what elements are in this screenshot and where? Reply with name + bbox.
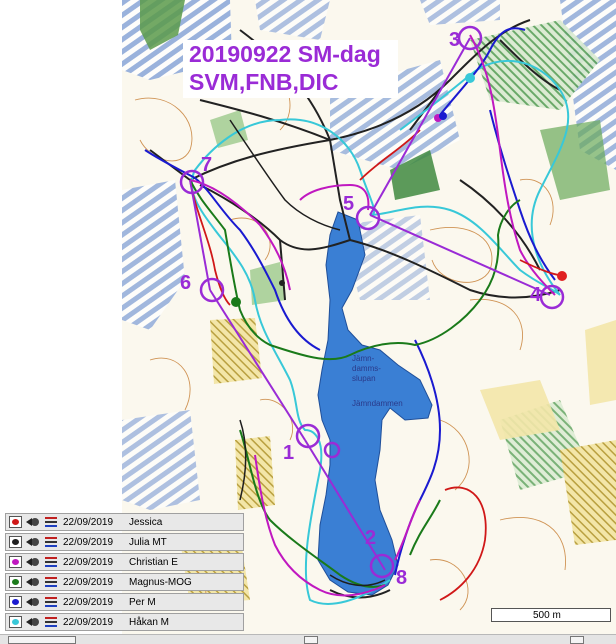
control-number: 7 (201, 154, 213, 176)
horizontal-scrollbar[interactable] (0, 634, 616, 644)
scroll-handle[interactable] (570, 636, 584, 644)
replay-arrow-icon[interactable] (25, 576, 41, 588)
color-dot-icon (12, 599, 19, 605)
runner-row[interactable]: 22/09/2019 Magnus-MOG (5, 573, 244, 591)
control-number: 1 (283, 442, 295, 464)
runner-name: Jessica (129, 516, 163, 528)
color-dot-icon (12, 619, 19, 625)
runner-name: Julia MT (129, 536, 167, 548)
replay-arrow-icon[interactable] (25, 536, 41, 548)
split-list-icon[interactable] (44, 596, 58, 608)
runner-name: Christian E (129, 556, 178, 568)
color-dot-icon (12, 579, 19, 585)
control-number: 2 (365, 527, 377, 549)
split-list-icon[interactable] (44, 576, 58, 588)
runner-row[interactable]: 22/09/2019 Håkan M (5, 613, 244, 631)
map-viewer[interactable]: 20190922 SM-dag SVM,FNB,DIC 3 5 7 6 4 1 … (0, 0, 616, 644)
split-list-icon[interactable] (44, 536, 58, 548)
split-marker (439, 112, 447, 120)
runner-name: Håkan M (129, 616, 170, 628)
replay-arrow-icon[interactable] (25, 556, 41, 568)
runner-color-icon[interactable] (9, 596, 22, 608)
control-number: 3 (449, 29, 461, 51)
place-name: Jämndammen (352, 399, 403, 408)
runner-color-icon[interactable] (9, 616, 22, 628)
place-name: Jämn- (352, 354, 375, 363)
color-dot-icon (12, 539, 19, 545)
replay-arrow-icon[interactable] (25, 596, 41, 608)
scroll-thumb[interactable] (8, 636, 76, 644)
runner-row[interactable]: 22/09/2019 Julia MT (5, 533, 244, 551)
place-name: slupan (352, 374, 376, 383)
split-marker (465, 73, 475, 83)
runner-row[interactable]: 22/09/2019 Christian E (5, 553, 244, 571)
scroll-handle[interactable] (304, 636, 318, 644)
finish-marker (557, 271, 567, 281)
replay-arrow-icon[interactable] (25, 516, 41, 528)
runner-row[interactable]: 22/09/2019 Per M (5, 593, 244, 611)
map-title-box: 20190922 SM-dag SVM,FNB,DIC (183, 40, 398, 98)
split-list-icon[interactable] (44, 516, 58, 528)
runner-row[interactable]: 22/09/2019 Jessica (5, 513, 244, 531)
runner-date: 22/09/2019 (63, 536, 114, 548)
control-number: 6 (180, 272, 192, 294)
runner-date: 22/09/2019 (63, 616, 114, 628)
split-marker (231, 297, 241, 307)
split-list-icon[interactable] (44, 556, 58, 568)
map-title: 20190922 SM-dag (189, 41, 381, 67)
color-dot-icon (12, 559, 19, 565)
control-number: 8 (396, 567, 408, 589)
split-marker (279, 280, 285, 286)
runner-color-icon[interactable] (9, 576, 22, 588)
replay-arrow-icon[interactable] (25, 616, 41, 628)
runner-list: 22/09/2019 Jessica 22/09/2019 Julia MT 22/09… (5, 513, 244, 633)
runner-date: 22/09/2019 (63, 576, 114, 588)
split-list-icon[interactable] (44, 616, 58, 628)
runner-color-icon[interactable] (9, 516, 22, 528)
place-name: damms- (352, 364, 381, 373)
runner-name: Magnus-MOG (129, 576, 192, 588)
control-number: 4 (530, 284, 542, 306)
map-subtitle: SVM,FNB,DIC (189, 69, 339, 95)
runner-color-icon[interactable] (9, 536, 22, 548)
runner-date: 22/09/2019 (63, 516, 114, 528)
runner-date: 22/09/2019 (63, 556, 114, 568)
runner-name: Per M (129, 596, 156, 608)
control-number: 5 (343, 193, 355, 215)
scale-label: 500 m (533, 610, 561, 621)
color-dot-icon (12, 519, 19, 525)
runner-date: 22/09/2019 (63, 596, 114, 608)
runner-color-icon[interactable] (9, 556, 22, 568)
